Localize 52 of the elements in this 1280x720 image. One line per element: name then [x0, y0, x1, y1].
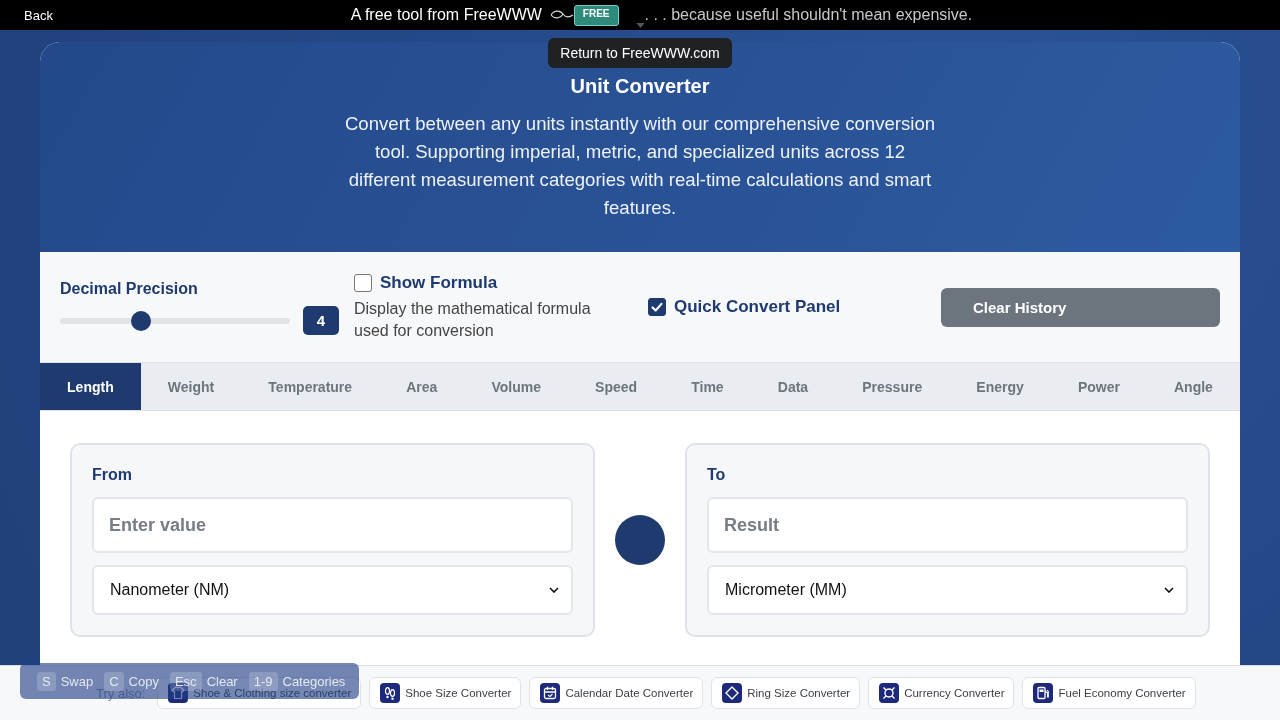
toggle-description: Display the mathematical formula used for conversion: [354, 299, 592, 341]
back-link[interactable]: Back: [24, 7, 53, 23]
category-tab[interactable]: Angle: [1146, 363, 1240, 410]
precision-label: Decimal Precision: [60, 279, 199, 299]
category-tab[interactable]: Time: [664, 363, 751, 410]
slider-thumb[interactable]: [130, 310, 151, 331]
slogan: . . . because useful shouldn't mean expensive.: [644, 6, 973, 24]
shortcut-label: Copy: [128, 673, 159, 689]
clear-history-button[interactable]: Clear History: [941, 287, 1220, 327]
shortcut-label: Swap: [60, 673, 94, 689]
key-hint: S: [37, 671, 56, 691]
triangle-pointer-icon: [636, 23, 645, 28]
value-input[interactable]: Enter value: [92, 497, 573, 553]
from-unit-select[interactable]: Nanometer (NM): [92, 565, 573, 615]
footprints-icon: [380, 683, 401, 703]
category-tab[interactable]: Temperature: [241, 363, 380, 410]
related-tool-link[interactable]: Shoe Size Converter: [369, 677, 522, 709]
related-tool-link[interactable]: Calendar Date Converter: [529, 677, 704, 709]
calendar-icon: [540, 683, 561, 703]
category-tab[interactable]: Volume: [464, 363, 569, 410]
page-title: Unit Converter: [569, 74, 711, 98]
currency-sign-icon: [879, 683, 900, 703]
category-tab[interactable]: Area: [379, 363, 465, 410]
related-tool-link[interactable]: Fuel Economy Converter: [1022, 677, 1196, 709]
from-label: From: [92, 465, 133, 485]
category-tab[interactable]: Energy: [949, 363, 1051, 410]
tag-string-icon: [549, 10, 574, 20]
tagline: A free tool from FreeWWW: [350, 6, 542, 24]
chevron-down-icon: [1164, 587, 1174, 593]
related-tool-link[interactable]: Currency Converter: [868, 677, 1015, 709]
to-unit-select[interactable]: Micrometer (MM): [707, 565, 1188, 615]
tooltip: Return to FreeWWW.com: [548, 38, 732, 68]
to-label: To: [707, 465, 727, 485]
category-tab[interactable]: Length: [40, 363, 141, 410]
category-tab[interactable]: Power: [1050, 363, 1147, 410]
toggle-label[interactable]: Quick Convert Panel: [674, 296, 841, 318]
toggle-label[interactable]: Show Formula: [380, 272, 498, 294]
category-tab[interactable]: Speed: [568, 363, 665, 410]
related-tool-link[interactable]: Ring Size Converter: [711, 677, 861, 709]
page-description: Convert between any units instantly with our comprehensive conversion tool. Supporting imperial, metric, and specialized units across 12 different measurement categories with real-time calculations and smart features.: [343, 112, 937, 220]
result-field[interactable]: Result: [707, 497, 1188, 553]
key-hint: C: [104, 671, 124, 691]
checkbox[interactable]: [648, 298, 666, 316]
chevron-down-icon: [549, 587, 559, 593]
category-tab[interactable]: Pressure: [835, 363, 950, 410]
category-tab[interactable]: Data: [750, 363, 836, 410]
category-tab[interactable]: Weight: [140, 363, 242, 410]
checkbox[interactable]: [354, 274, 372, 292]
free-tag-logo[interactable]: FREE: [573, 4, 619, 26]
precision-value: 4: [303, 306, 339, 335]
swap-button[interactable]: [615, 515, 665, 565]
fuel-pump-icon: [1033, 683, 1054, 703]
